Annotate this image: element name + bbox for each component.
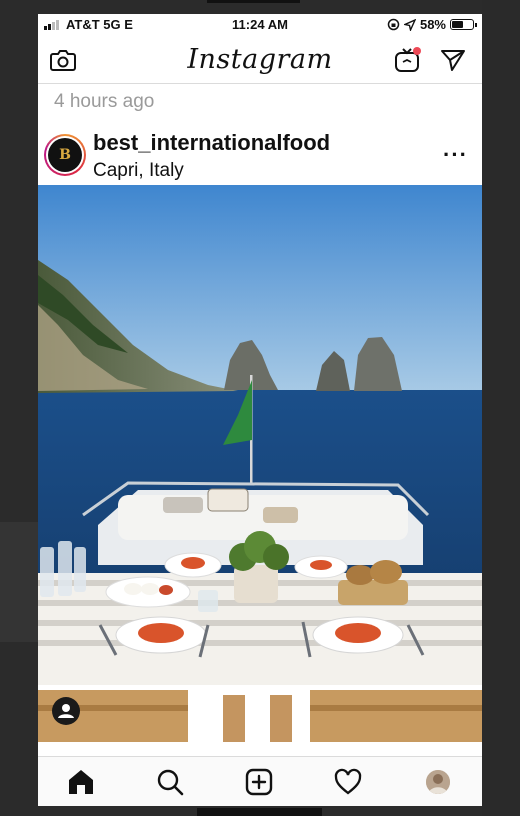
battery-icon <box>450 19 477 30</box>
battery-percent: 58% <box>419 17 446 32</box>
post-time-ago: 4 hours ago <box>54 91 155 112</box>
notification-dot <box>413 47 421 55</box>
app-header: Instagram <box>38 36 482 84</box>
igtv-icon[interactable] <box>394 46 422 74</box>
post-header: B best_internationalfood Capri, Italy ··… <box>38 126 482 184</box>
post-username[interactable]: best_internationalfood <box>93 130 330 156</box>
location-icon <box>403 18 416 31</box>
background-ghost-left <box>0 522 38 642</box>
bottom-tab-bar <box>38 756 482 806</box>
status-right: 58% <box>387 17 477 32</box>
phone-screen: AT&T 5G E 11:24 AM 58% Instagram 4 hours… <box>38 14 482 806</box>
profile-avatar[interactable] <box>426 770 450 794</box>
status-bar: AT&T 5G E 11:24 AM 58% <box>38 14 482 36</box>
orientation-lock-icon <box>387 18 400 31</box>
direct-message-icon[interactable] <box>440 48 466 72</box>
more-options-icon[interactable]: ··· <box>443 142 468 168</box>
home-indicator-bar <box>197 808 322 816</box>
post-image[interactable] <box>38 185 482 742</box>
background-ghost-right <box>482 0 520 816</box>
post-avatar[interactable]: B <box>44 134 86 176</box>
new-post-icon[interactable] <box>244 767 274 797</box>
post-actions-strip <box>38 742 482 756</box>
avatar-logo: B <box>48 138 82 172</box>
activity-heart-icon[interactable] <box>333 767 363 797</box>
search-icon[interactable] <box>155 767 185 797</box>
user-tag-icon <box>58 704 74 718</box>
top-notch-bar <box>207 0 300 3</box>
post-location[interactable]: Capri, Italy <box>93 160 184 182</box>
tagged-people-button[interactable] <box>52 697 80 725</box>
home-icon[interactable] <box>66 767 96 797</box>
